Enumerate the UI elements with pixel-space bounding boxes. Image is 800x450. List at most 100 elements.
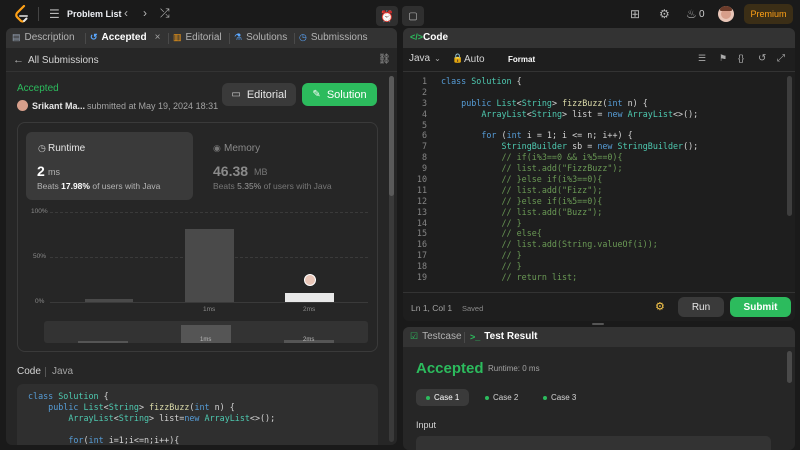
editorial-button-label: Editorial: [246, 88, 287, 101]
grid-icon[interactable]: ⊞: [630, 7, 640, 21]
fire-icon[interactable]: ♨: [686, 7, 697, 21]
leetcode-logo[interactable]: [14, 4, 30, 23]
y-tick-50: 50%: [33, 253, 47, 260]
distribution-bar-1ms[interactable]: [185, 229, 234, 302]
tab-testcase-label: Testcase: [422, 331, 462, 342]
solution-button[interactable]: ✎ Solution: [302, 83, 377, 106]
runtime-beats-prefix: Beats: [37, 181, 59, 191]
mini-bar-0: [78, 341, 128, 343]
runtime-unit: ms: [48, 167, 60, 177]
notes-button[interactable]: ▢: [402, 6, 424, 26]
editor-line: 1 class Solution {: [421, 76, 522, 86]
format-button[interactable]: Format: [508, 55, 535, 64]
mini-label-1ms: 1ms: [200, 337, 212, 343]
chevron-down-icon: ⌄: [434, 54, 441, 63]
editor-line: 12 // }else if(i%5==0){: [416, 195, 603, 206]
editor-line: 5: [421, 119, 427, 130]
premium-button[interactable]: Premium: [744, 4, 793, 24]
memory-beats-pct: 5.35%: [237, 181, 262, 191]
streak-count: 0: [699, 9, 705, 20]
editor-line: 6 for (int i = 1; i <= n; i++) {: [421, 130, 633, 141]
note-icon: ▢: [408, 10, 418, 22]
case-3-label: Case 3: [551, 393, 577, 402]
x-label-2ms: 2ms: [303, 306, 316, 313]
username[interactable]: Srikant Ma...: [32, 101, 85, 111]
tab-test-result[interactable]: >_ Test Result: [470, 331, 537, 342]
case-2-label: Case 2: [493, 393, 519, 402]
clock-small-icon: ◷: [38, 143, 46, 153]
tab-solutions-label: Solutions: [246, 32, 288, 43]
problem-list-link[interactable]: Problem List: [67, 9, 122, 19]
all-submissions-link[interactable]: All Submissions: [28, 55, 99, 66]
editorial-button[interactable]: ▭ Editorial: [222, 83, 296, 106]
auto-mode[interactable]: Auto: [464, 54, 485, 65]
tab-editorial[interactable]: ▥ Editorial: [173, 32, 222, 43]
ai-helper-icon[interactable]: ⚙: [655, 300, 665, 313]
tab-description-label: Description: [24, 32, 75, 43]
shuffle-icon[interactable]: ⤮: [160, 6, 170, 20]
tab-submissions[interactable]: ◷ Submissions: [299, 32, 368, 43]
editor-line: 18 // }: [416, 261, 522, 272]
gear-icon[interactable]: ⚙: [659, 7, 670, 21]
chevron-right-icon[interactable]: ›: [143, 6, 147, 20]
code-editor[interactable]: 1 class Solution { 2 3 public List<String…: [403, 76, 795, 282]
case-1-label: Case 1: [434, 393, 460, 402]
run-button[interactable]: Run: [678, 297, 724, 317]
tab-solutions[interactable]: ⚗ Solutions: [234, 32, 287, 43]
tab-accepted[interactable]: ↺ Accepted ×: [90, 32, 160, 43]
panel-resize-handle[interactable]: [592, 323, 604, 325]
premium-label: Premium: [750, 9, 787, 19]
chevron-left-icon[interactable]: ‹: [124, 6, 128, 20]
code-language-label: Java: [52, 366, 74, 377]
cursor-position: Ln 1, Col 1: [411, 303, 453, 313]
x-label-1ms: 1ms: [203, 306, 216, 313]
timer-button[interactable]: ⏰: [376, 6, 398, 26]
reset-icon[interactable]: ↺: [758, 53, 766, 64]
editor-line: 4 ArrayList<String> list = new ArrayList…: [421, 108, 699, 119]
tab-testcase[interactable]: ☑ Testcase: [410, 331, 462, 342]
expand-icon[interactable]: ⤢: [777, 53, 785, 64]
avatar[interactable]: [718, 6, 734, 22]
editor-line: 14 // }: [416, 217, 522, 228]
editor-line: 13 // list.add("Buzz");: [416, 206, 603, 217]
link-icon[interactable]: ⛓: [378, 54, 391, 65]
your-position-avatar: [304, 274, 316, 286]
bookmark-icon[interactable]: ⚑: [719, 53, 727, 64]
language-select[interactable]: Java ⌄: [409, 53, 441, 64]
editor-scrollbar-thumb[interactable]: [787, 76, 792, 216]
pass-dot: [543, 395, 547, 400]
code-section-label: Code: [17, 366, 41, 377]
result-scrollbar-thumb[interactable]: [787, 351, 792, 383]
memory-beats-prefix: Beats: [213, 181, 235, 191]
saved-status: Saved: [462, 304, 484, 313]
close-icon[interactable]: ×: [155, 32, 161, 43]
editor-line: 8 // if(i%3==0 && i%5==0){: [421, 152, 623, 163]
result-status: Accepted: [416, 360, 484, 377]
list-icon[interactable]: ☰: [49, 7, 60, 21]
code-panel-title: Code: [423, 32, 448, 43]
code-preview-line: class Solution {: [28, 391, 109, 401]
left-scrollbar-thumb[interactable]: [389, 76, 394, 196]
back-arrow-icon[interactable]: ←: [13, 54, 24, 66]
runtime-title: Runtime: [48, 143, 86, 154]
braces-icon[interactable]: {}: [738, 53, 744, 63]
tab-editorial-label: Editorial: [185, 32, 222, 43]
align-left-icon[interactable]: ☰: [698, 53, 706, 64]
tab-accepted-label: Accepted: [101, 32, 147, 43]
distribution-bar-0ms[interactable]: [85, 299, 133, 302]
case-1-tab[interactable]: Case 1: [416, 389, 470, 406]
memory-title: Memory: [224, 143, 261, 154]
submit-button[interactable]: Submit: [730, 297, 791, 317]
case-2-tab[interactable]: Case 2: [475, 389, 528, 406]
terminal-icon: >_: [470, 331, 481, 342]
code-panel: </> Code Java ⌄ 🔒 Auto Format ☰ ⚑ {} ↺ ⤢…: [403, 28, 795, 321]
y-tick-100: 100%: [31, 208, 48, 215]
history-icon: ↺: [90, 32, 98, 42]
case-3-tab[interactable]: Case 3: [533, 389, 586, 406]
distribution-bar-2ms[interactable]: [285, 293, 334, 302]
code-preview-line: ArrayList<String> list=new ArrayList<>()…: [68, 412, 276, 423]
tab-description[interactable]: ▤ Description: [12, 32, 75, 43]
document-icon: ▤: [12, 32, 21, 42]
code-brackets-icon: </>: [410, 32, 424, 42]
user-avatar[interactable]: [17, 100, 28, 111]
